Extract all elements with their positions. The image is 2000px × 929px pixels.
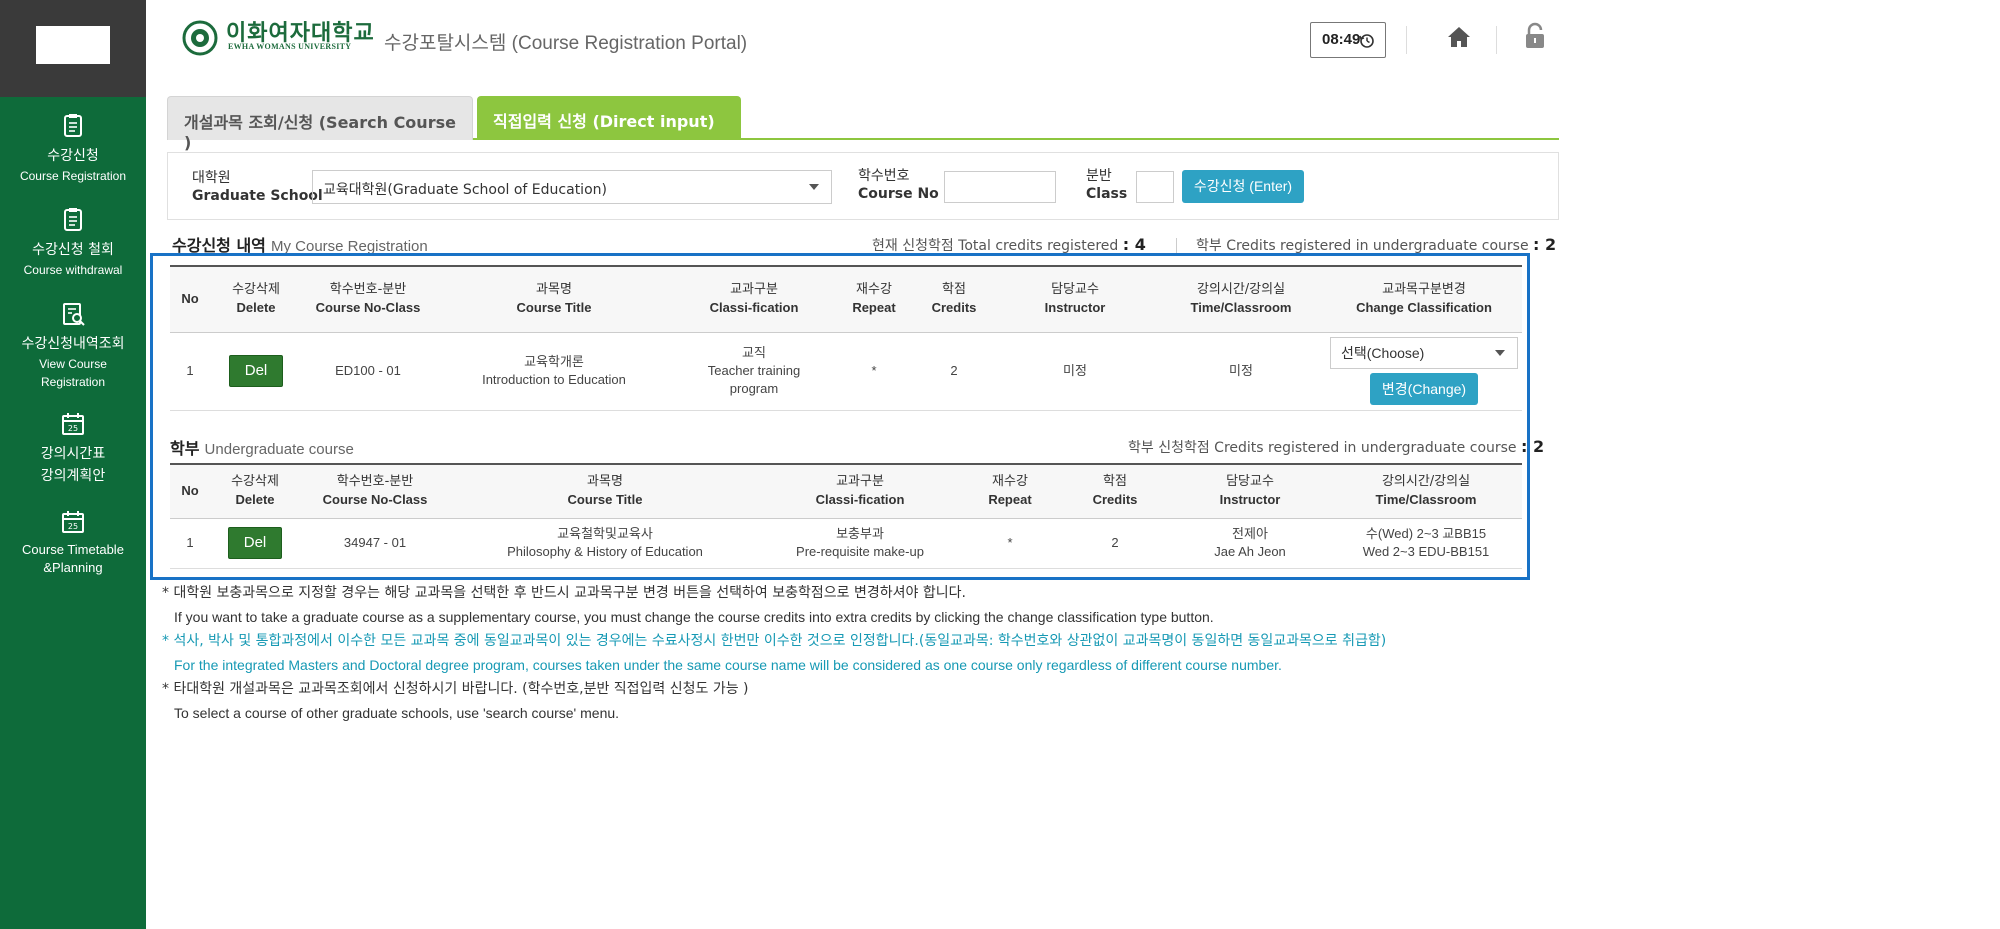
note-en: If you want to take a graduate course as… <box>174 609 1214 625</box>
undergrad-credits-value: : 2 <box>1533 235 1557 254</box>
svg-text:25: 25 <box>68 522 78 531</box>
clipboard-icon <box>64 208 82 231</box>
sidebar-item-label-en: View Course <box>39 357 107 371</box>
sidebar-item-label-kr: 강의시간표 <box>40 446 106 462</box>
sidebar-item-label-en: Course Registration <box>19 169 127 183</box>
course-no-input[interactable] <box>944 171 1056 203</box>
svg-text:25: 25 <box>68 424 78 433</box>
direct-input-form: 대학원 Graduate School 교육대학원(Graduate Schoo… <box>167 152 1559 220</box>
tab-direct-input[interactable]: 직접입력 신청 (Direct input) <box>477 96 741 140</box>
sidebar-item-course-registration[interactable]: 수강신청 Course Registration <box>0 113 146 185</box>
sidebar-item-label-en-2: Registration <box>40 375 106 389</box>
clipboard-icon <box>64 114 82 137</box>
header-divider <box>1496 26 1497 54</box>
tab-search-course[interactable]: 개설과목 조회/신청 (Search Course ) <box>167 96 473 152</box>
sidebar-item-label-kr-2: 강의계획안 <box>40 468 106 484</box>
note-en: To select a course of other graduate sch… <box>174 705 620 721</box>
refresh-clock-icon <box>1359 34 1374 48</box>
total-credits-line: 현재 신청학점 Total credits registered : 4 <box>872 235 1146 255</box>
course-no-label-kr: 학수번호 <box>858 168 910 184</box>
class-input[interactable] <box>1136 171 1174 203</box>
calendar-icon: 25 <box>62 511 84 533</box>
sidebar-item-label-kr: 수강신청내역조회 <box>21 336 125 352</box>
home-icon[interactable] <box>1446 24 1472 50</box>
graduate-school-label-kr: 대학원 <box>192 170 231 186</box>
credits-divider <box>1176 238 1177 254</box>
course-no-label: 학수번호 Course No <box>858 167 939 203</box>
highlight-annotation-box <box>150 253 1530 580</box>
sidebar-item-label-kr: 수강신청 철회 <box>32 242 114 258</box>
note-en: For the integrated Masters and Doctoral … <box>174 657 1282 673</box>
graduate-school-label: 대학원 Graduate School <box>192 169 323 205</box>
session-timer[interactable]: 08:49 <box>1310 22 1386 58</box>
sidebar-item-timetable-en[interactable]: 25 Course Timetable &Planning <box>0 509 146 577</box>
graduate-school-label-en: Graduate School <box>192 188 323 204</box>
enter-button[interactable]: 수강신청 (Enter) <box>1182 170 1304 203</box>
sidebar-item-label-en-2: &Planning <box>43 560 103 575</box>
class-label-kr: 분반 <box>1086 168 1112 184</box>
calendar-icon: 25 <box>62 413 84 435</box>
portal-title: 수강포탈시스템 (Course Registration Portal) <box>384 33 748 54</box>
notes-section: * 대학원 보충과목으로 지정할 경우는 해당 교과목을 선택한 후 반드시 교… <box>162 582 1572 726</box>
graduate-school-value: 교육대학원(Graduate School of Education) <box>323 182 607 198</box>
total-credits-value: : 4 <box>1122 235 1146 254</box>
sidebar-logo <box>36 26 110 64</box>
note-kr: * 타대학원 개설과목은 교과목조회에서 신청하시기 바랍니다. (학수번호,분… <box>162 681 749 697</box>
sidebar-item-label-en: Course withdrawal <box>23 263 123 277</box>
sidebar-item-label-kr: 수강신청 <box>47 148 99 164</box>
university-emblem-icon <box>182 20 218 56</box>
sidebar-header <box>0 0 146 97</box>
chevron-down-icon <box>809 184 819 190</box>
class-label-en: Class <box>1086 186 1128 202</box>
sidebar: 수강신청 Course Registration 수강신청 철회 Course … <box>0 0 146 929</box>
class-label: 분반 Class <box>1086 167 1127 203</box>
course-no-label-en: Course No <box>858 186 939 202</box>
search-document-icon <box>63 303 85 326</box>
sidebar-item-timetable-kr[interactable]: 25 강의시간표 강의계획안 <box>0 411 146 487</box>
total-credits-label: 현재 신청학점 Total credits registered <box>872 238 1119 254</box>
session-time: 08:49 <box>1322 31 1361 48</box>
sidebar-item-label-en: Course Timetable <box>22 542 124 557</box>
undergrad-credits-label: 학부 Credits registered in undergraduate c… <box>1196 238 1529 254</box>
graduate-school-select[interactable]: 교육대학원(Graduate School of Education) <box>312 170 832 204</box>
university-name-en: EWHA WOMANS UNIVERSITY <box>228 42 352 51</box>
note-kr: * 석사, 박사 및 통합과정에서 이수한 모든 교과목 중에 동일교과목이 있… <box>162 633 1387 649</box>
sidebar-item-course-withdrawal[interactable]: 수강신청 철회 Course withdrawal <box>0 207 146 279</box>
top-header: 이화여자대학교 EWHA WOMANS UNIVERSITY 수강포탈시스템 (… <box>146 0 2000 84</box>
logout-lock-icon[interactable] <box>1524 22 1546 50</box>
undergrad-credits-line: 학부 Credits registered in undergraduate c… <box>1196 235 1556 255</box>
tab-bar: 개설과목 조회/신청 (Search Course ) 직접입력 신청 (Dir… <box>167 96 1559 152</box>
sidebar-item-view-registration[interactable]: 수강신청내역조회 View Course Registration <box>0 301 146 391</box>
note-kr: * 대학원 보충과목으로 지정할 경우는 해당 교과목을 선택한 후 반드시 교… <box>162 585 966 601</box>
header-divider <box>1406 26 1407 54</box>
